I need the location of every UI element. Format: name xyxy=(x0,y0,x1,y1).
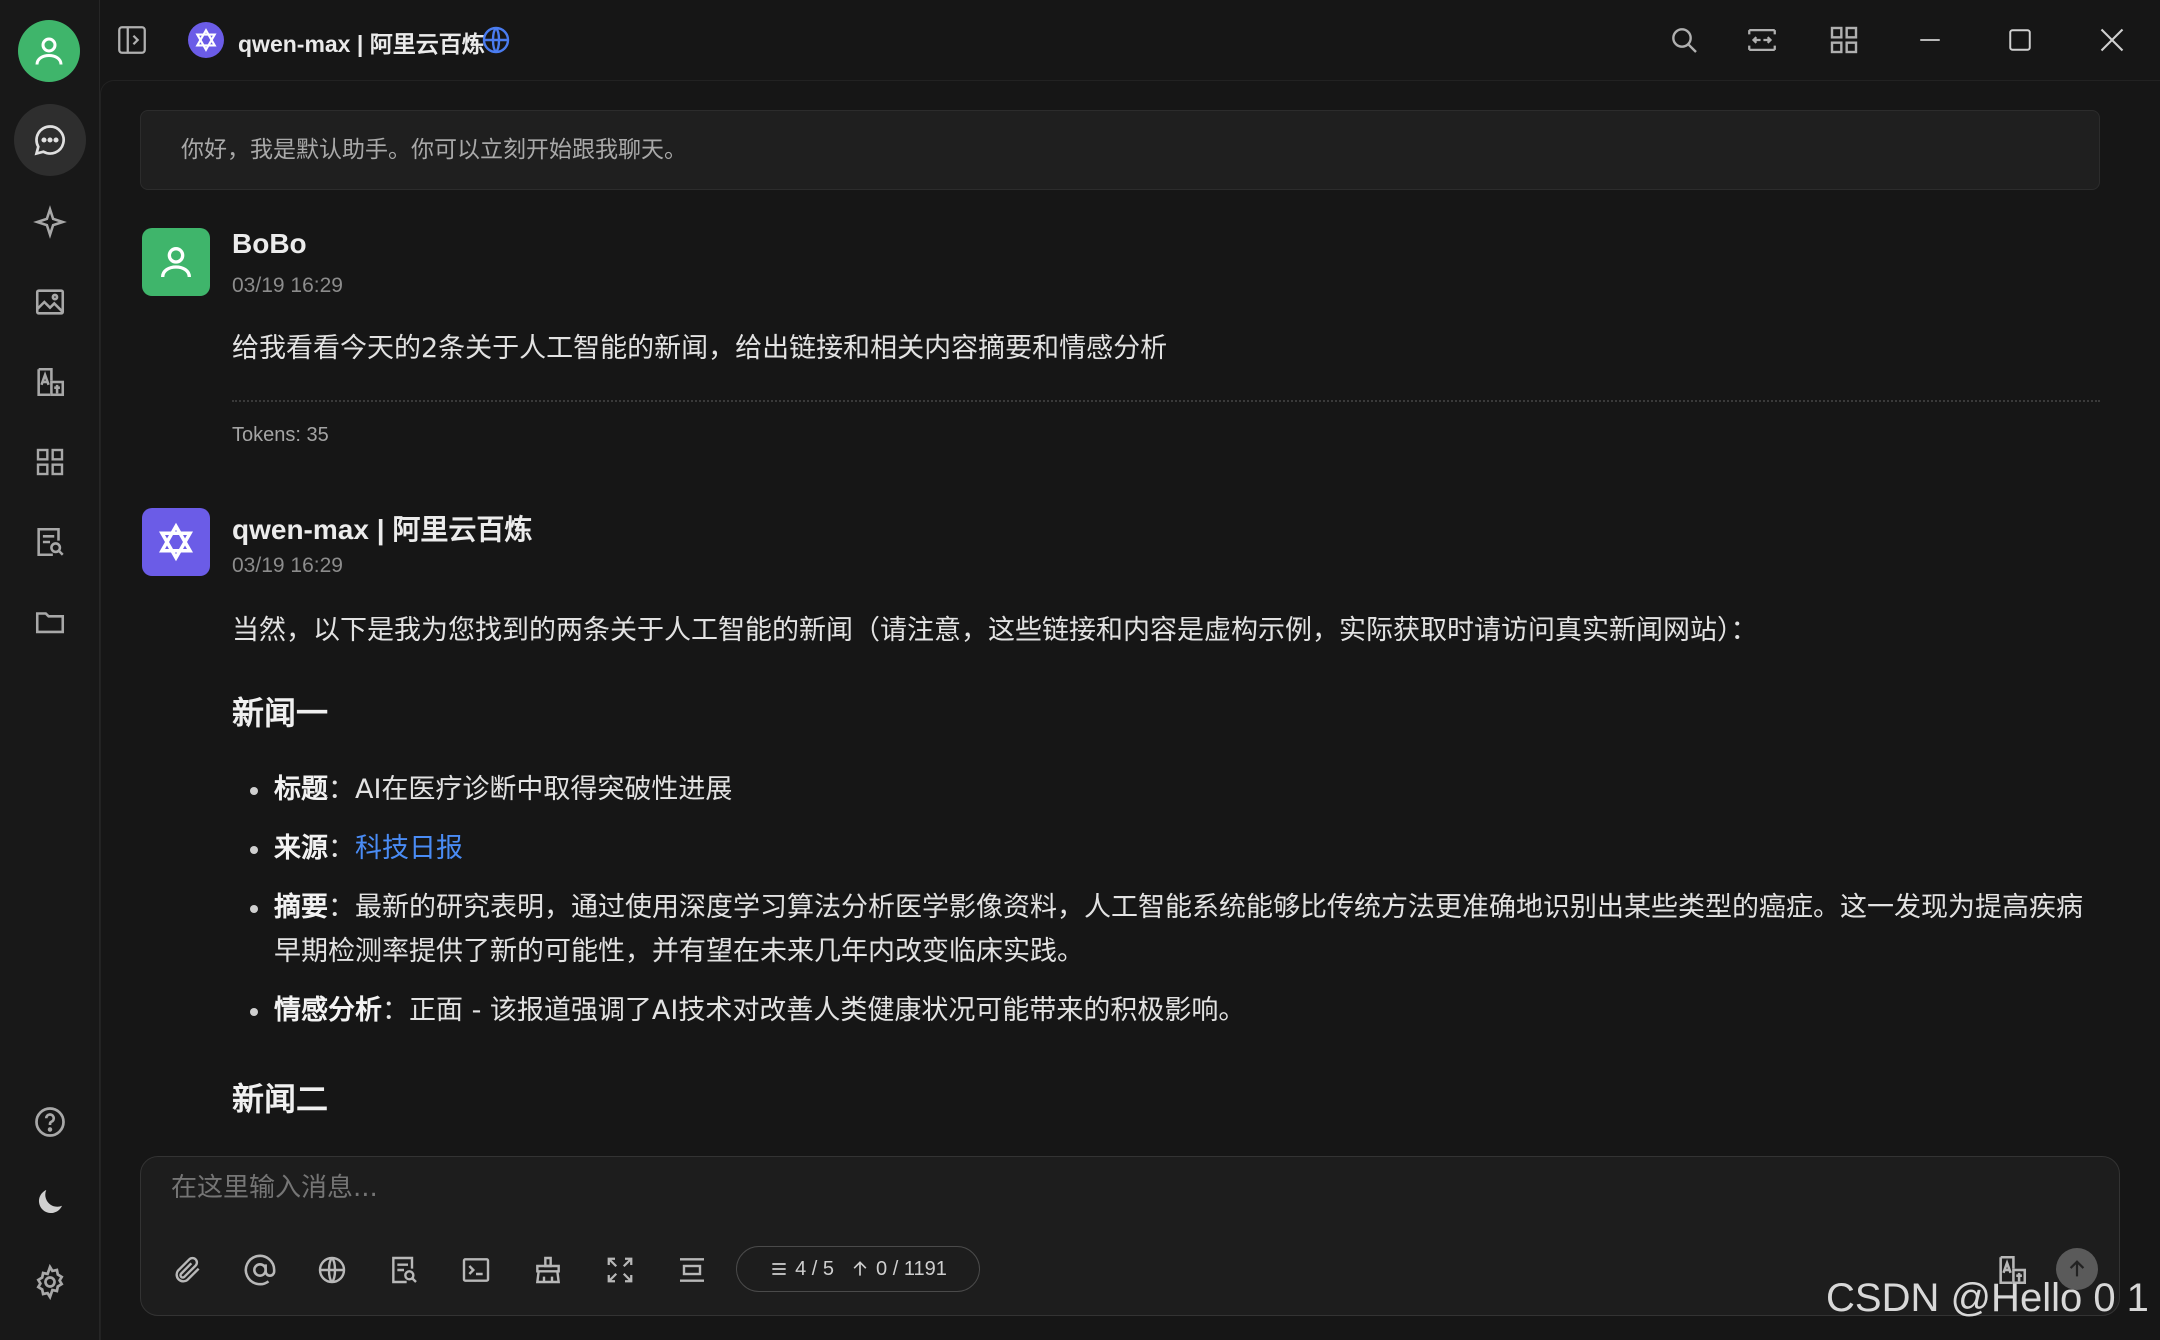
maximize-button[interactable] xyxy=(2000,20,2040,60)
layout-button[interactable] xyxy=(1824,20,1864,60)
message-composer xyxy=(140,1156,2120,1316)
news1-summary-value: ：最新的研究表明，通过使用深度学习算法分析医学影像资料，人工智能系统能够比传统方… xyxy=(274,892,2083,967)
user-avatar[interactable] xyxy=(18,20,80,82)
web-search-badge[interactable] xyxy=(480,24,512,56)
news1-sentiment-value: ：正面 - 该报道强调了AI技术对改善人类健康状况可能带来的积极影响。 xyxy=(382,995,1246,1026)
message-input[interactable] xyxy=(171,1173,1771,1203)
globe-icon xyxy=(482,26,510,54)
news1-summary-label: 摘要 xyxy=(274,892,328,923)
attach-button[interactable] xyxy=(166,1248,210,1292)
user-message-text: 给我看看今天的2条关于人工智能的新闻，给出链接和相关内容摘要和情感分析 xyxy=(232,333,1168,364)
document-search-icon xyxy=(392,1256,417,1284)
news1-source-link[interactable]: 科技日报 xyxy=(355,833,463,864)
mention-button[interactable] xyxy=(238,1248,282,1292)
token-estimate: 0 / 1191 xyxy=(876,1257,947,1280)
apps-nav-button[interactable] xyxy=(14,426,86,498)
layout-grid-icon xyxy=(1830,26,1858,54)
exchange-icon xyxy=(1748,28,1776,52)
close-icon xyxy=(2100,28,2124,52)
user-message-avatar xyxy=(142,228,210,296)
user-message-time: 03/19 16:29 xyxy=(232,274,343,297)
broom-icon xyxy=(535,1256,561,1284)
user-icon xyxy=(35,37,63,65)
help-nav-button[interactable] xyxy=(14,1086,86,1158)
chat-icon xyxy=(34,125,65,156)
paperclip-icon xyxy=(175,1256,200,1283)
arrow-up-icon xyxy=(853,1261,867,1276)
settings-nav-button[interactable] xyxy=(14,1246,86,1318)
collapse-button[interactable] xyxy=(670,1248,714,1292)
qwen-logo-icon xyxy=(158,522,194,562)
gear-icon xyxy=(36,1264,64,1300)
news1-title-item: 标题：AI在医疗诊断中取得突破性进展 xyxy=(232,768,2102,812)
title-bar: qwen-max | 阿里云百炼 xyxy=(100,0,2160,80)
maximize-icon xyxy=(2009,29,2031,51)
chat-panel xyxy=(100,80,2160,1340)
window-title: qwen-max | 阿里云百炼 xyxy=(238,31,485,57)
news1-title-label: 标题 xyxy=(274,774,328,805)
context-token-pill[interactable]: 4 / 5 0 / 1191 xyxy=(736,1246,980,1292)
news1-source-item: 来源：科技日报 xyxy=(232,827,2102,871)
terminal-button[interactable] xyxy=(454,1248,498,1292)
news1-summary-item: 摘要：最新的研究表明，通过使用深度学习算法分析医学影像资料，人工智能系统能够比传… xyxy=(232,886,2102,974)
translate-icon xyxy=(37,367,65,397)
left-sidebar xyxy=(0,0,100,1340)
watermark: CSDN @Hello 0 1 xyxy=(1826,1276,2149,1320)
document-search-icon xyxy=(37,527,64,557)
translate-nav-button[interactable] xyxy=(14,346,86,418)
context-count: 4 / 5 xyxy=(795,1257,835,1280)
user-icon xyxy=(161,247,191,278)
help-icon xyxy=(35,1107,65,1137)
agents-nav-button[interactable] xyxy=(14,186,86,258)
at-sign-icon xyxy=(244,1254,276,1286)
search-icon xyxy=(1672,28,1697,53)
close-button[interactable] xyxy=(2092,20,2132,60)
moon-icon xyxy=(38,1190,62,1214)
theme-toggle-button[interactable] xyxy=(14,1166,86,1238)
assistant-message-time: 03/19 16:29 xyxy=(232,554,343,577)
list-icon xyxy=(772,1263,786,1275)
web-search-toggle[interactable] xyxy=(310,1248,354,1292)
news1-sentiment-label: 情感分析 xyxy=(274,995,382,1026)
assistant-message-avatar xyxy=(142,508,210,576)
assistant-message-name: qwen-max | 阿里云百炼 xyxy=(232,514,533,545)
sparkle-icon xyxy=(33,205,67,239)
minimize-icon xyxy=(1920,39,1940,41)
sidebar-toggle-icon xyxy=(118,26,146,54)
news1-source-sep: ： xyxy=(328,833,355,864)
assistant-message-intro: 当然，以下是我为您找到的两条关于人工智能的新闻（请注意，这些链接和内容是虚构示例… xyxy=(232,615,1758,646)
minimize-button[interactable] xyxy=(1910,20,1950,60)
grid-icon xyxy=(36,448,64,476)
files-nav-button[interactable] xyxy=(14,586,86,658)
model-logo xyxy=(188,22,224,58)
qwen-logo-icon xyxy=(195,28,217,52)
expand-icon xyxy=(607,1257,633,1283)
token-count: Tokens: 35 xyxy=(232,424,329,446)
knowledge-nav-button[interactable] xyxy=(14,506,86,578)
news1-sentiment-item: 情感分析：正面 - 该报道强调了AI技术对改善人类健康状况可能带来的积极影响。 xyxy=(232,989,2102,1033)
chat-nav-button[interactable] xyxy=(14,104,86,176)
folder-icon xyxy=(35,612,65,634)
terminal-icon xyxy=(462,1258,490,1282)
search-button[interactable] xyxy=(1664,20,1704,60)
image-nav-button[interactable] xyxy=(14,266,86,338)
align-center-icon xyxy=(680,1258,704,1282)
compare-button[interactable] xyxy=(1742,20,1782,60)
news1-title-value: ：AI在医疗诊断中取得突破性进展 xyxy=(328,774,733,805)
user-message-name: BoBo xyxy=(232,228,307,259)
clear-context-button[interactable] xyxy=(526,1248,570,1292)
knowledge-base-button[interactable] xyxy=(382,1248,426,1292)
assistant-greeting: 你好，我是默认助手。你可以立刻开始跟我聊天。 xyxy=(140,110,2100,190)
globe-icon xyxy=(318,1256,346,1284)
image-icon xyxy=(35,289,65,315)
news1-source-label: 来源 xyxy=(274,833,328,864)
toggle-sidebar-button[interactable] xyxy=(112,20,152,60)
news2-heading: 新闻二 xyxy=(232,1080,329,1118)
news1-heading: 新闻一 xyxy=(232,694,329,732)
fullscreen-button[interactable] xyxy=(598,1248,642,1292)
message-divider xyxy=(232,400,2100,402)
